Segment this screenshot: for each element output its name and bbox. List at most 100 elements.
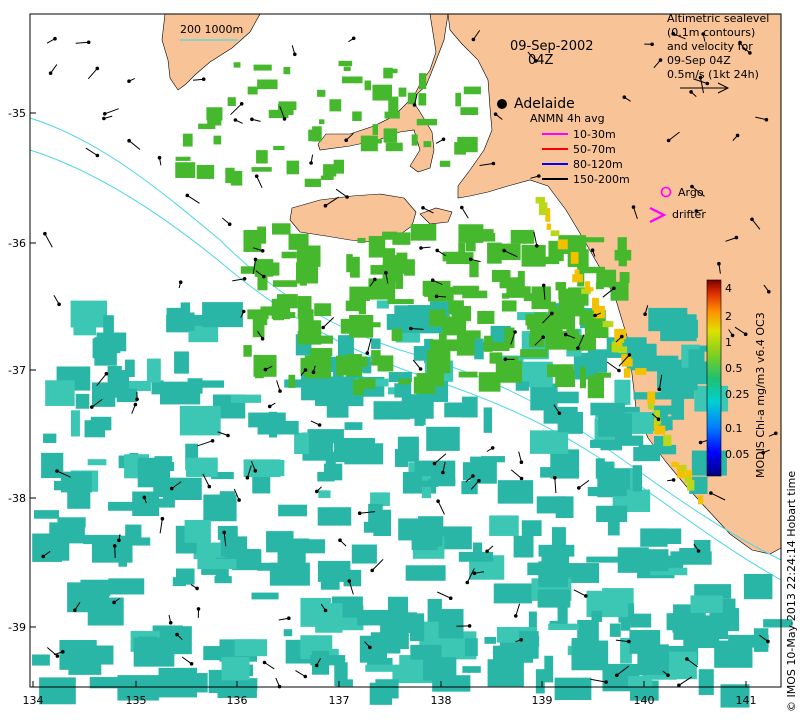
velocity-vector-head: [210, 439, 215, 443]
note-line-2: (0.1m contours): [667, 26, 755, 39]
chl-patch: [602, 321, 614, 328]
x-tick-label: 137: [329, 694, 350, 707]
velocity-vector-head: [698, 440, 703, 445]
velocity-vector-head: [95, 153, 100, 158]
velocity-vector-head: [321, 325, 326, 330]
velocity-vector: [114, 545, 116, 559]
chl-patch: [617, 237, 627, 255]
chl-patch: [344, 422, 363, 430]
chl-patch: [535, 196, 546, 204]
chl-patch: [182, 133, 193, 147]
chl-patch: [162, 477, 202, 500]
chl-patch: [456, 330, 481, 339]
chl-patch: [519, 631, 539, 659]
map-figure: Adelaide 09-Sep-2002 04Z 200 1000m Altim…: [8, 12, 798, 712]
velocity-vector-head: [490, 446, 495, 450]
chl-patch: [743, 573, 773, 600]
velocity-vector-head: [112, 600, 116, 605]
chl-patch: [405, 565, 446, 581]
velocity-vector-head: [168, 620, 173, 625]
chl-patch: [640, 528, 668, 547]
chl-patch: [310, 348, 333, 357]
colorbar-gradient: [706, 279, 722, 477]
chl-patch: [607, 521, 620, 536]
velocity-vector-head: [226, 433, 230, 438]
chl-patch: [623, 368, 631, 378]
chl-patch: [513, 535, 534, 558]
velocity-vector-head: [550, 311, 554, 316]
chl-patch: [278, 504, 307, 517]
chl-patch: [383, 128, 398, 143]
velocity-vector-head: [658, 58, 663, 62]
chl-patch: [184, 519, 211, 543]
chl-patch: [341, 76, 363, 84]
velocity-vector-head: [95, 66, 100, 71]
chl-patch: [387, 299, 414, 305]
velocity-vector-head: [57, 302, 61, 307]
chl-patch: [187, 378, 203, 394]
chl-patch: [145, 683, 178, 696]
chl-patch: [383, 67, 393, 79]
chl-patch: [384, 111, 400, 119]
chl-patch: [380, 622, 409, 650]
map-plot-area: Adelaide 09-Sep-2002 04Z 200 1000m Altim…: [29, 12, 793, 708]
cb-tick-1: 4: [725, 282, 732, 295]
chl-patch: [388, 96, 399, 113]
chl-patch: [536, 496, 567, 514]
chl-patch: [536, 256, 560, 265]
chl-patch: [349, 314, 374, 336]
chl-patch: [352, 111, 362, 121]
cb-tick-3: 1: [725, 336, 732, 349]
chl-patch: [438, 609, 464, 639]
chl-patch: [619, 272, 630, 283]
velocity-vector-head: [677, 683, 681, 688]
velocity-vector-head: [734, 235, 739, 240]
chl-patch: [282, 312, 296, 319]
chl-patch: [91, 382, 116, 407]
chl-patch: [329, 99, 342, 112]
velocity-vector-head: [766, 639, 770, 644]
chl-patch: [465, 234, 476, 252]
chl-patch: [672, 613, 688, 633]
chl-patch: [546, 364, 574, 378]
chl-patch: [635, 368, 647, 375]
chl-patch: [75, 393, 90, 409]
velocity-vector-head: [112, 544, 117, 548]
chl-patch: [546, 223, 552, 230]
velocity-vector-head: [513, 330, 517, 334]
chl-patch: [257, 79, 278, 90]
velocity-vector-head: [242, 277, 247, 281]
chl-patch: [596, 505, 628, 523]
chl-patch: [660, 377, 695, 399]
chl-patch: [683, 638, 720, 648]
chl-patch: [681, 464, 687, 471]
velocity-vector-head: [617, 368, 621, 373]
chl-patch: [276, 294, 298, 309]
chl-patch: [319, 119, 325, 125]
chl-patch: [455, 92, 462, 107]
chl-patch: [668, 651, 697, 680]
chl-patch: [535, 669, 545, 694]
x-tick-label: 139: [532, 694, 553, 707]
chl-patch: [657, 644, 669, 659]
chl-patch: [484, 636, 497, 644]
chl-patch: [414, 410, 424, 426]
chl-patch: [256, 150, 268, 164]
velocity-vector-head: [373, 277, 377, 282]
velocity-vector-head: [303, 674, 308, 679]
velocity-vector-head: [553, 475, 557, 480]
velocity-vector-head: [666, 673, 670, 678]
velocity-vector-head: [41, 554, 46, 559]
cb-tick-7: 0.05: [725, 448, 750, 461]
chl-patch: [233, 62, 241, 68]
velocity-vector-head: [656, 417, 661, 422]
chl-patch: [411, 527, 438, 551]
chl-patch: [351, 544, 377, 564]
velocity-vector-head: [689, 90, 693, 94]
drifter-label: drifter: [672, 208, 706, 221]
chl-patch: [314, 376, 348, 406]
chl-patch: [574, 269, 580, 278]
velocity-vector-head: [345, 195, 349, 199]
chl-patch: [253, 64, 272, 71]
chl-patch: [397, 436, 419, 462]
